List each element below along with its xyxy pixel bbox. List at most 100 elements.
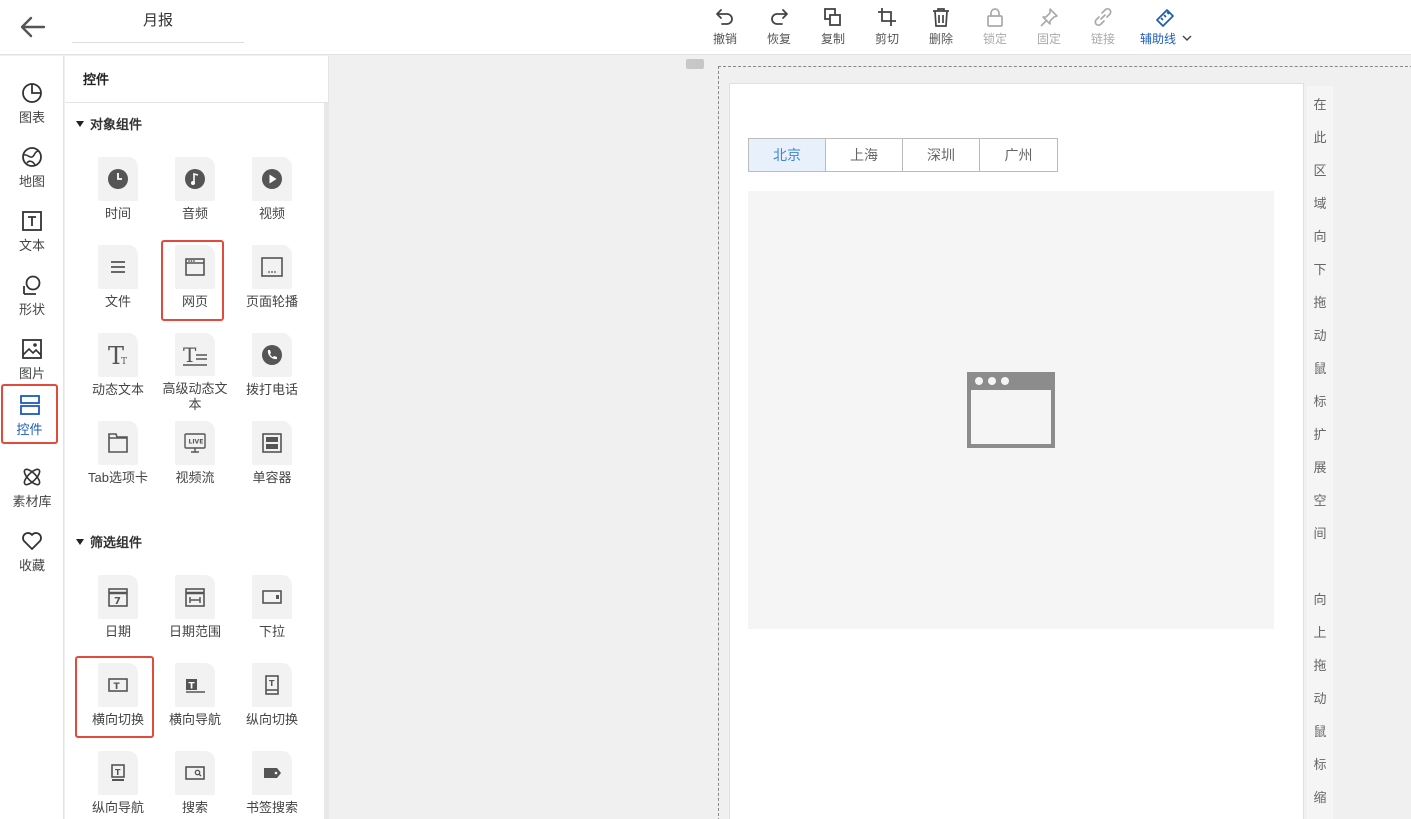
nav-widget[interactable]: 控件 <box>1 384 58 444</box>
widget-page-carousel[interactable]: 页面轮播 <box>237 245 307 325</box>
copy-button[interactable]: 复制 <box>806 4 860 52</box>
tab-beijing[interactable]: 北京 <box>749 139 826 171</box>
chevron-down-icon[interactable] <box>1182 35 1192 42</box>
svg-text:T: T <box>189 682 196 692</box>
guide-line-vertical[interactable] <box>718 66 719 819</box>
vertical-switch-icon: T <box>265 675 279 695</box>
copy-icon <box>824 8 841 26</box>
nav-map[interactable]: 地图 <box>0 132 64 190</box>
text-icon <box>22 211 42 231</box>
panel-title: 控件 <box>65 56 328 103</box>
horizontal-switch-widget[interactable]: 北京 上海 深圳 广州 <box>748 138 1058 172</box>
atom-icon <box>23 468 41 486</box>
tab-guangzhou[interactable]: 广州 <box>980 139 1057 171</box>
expand-space-strip[interactable]: 在 此 区 域 向 下 拖 动 鼠 标 扩 展 空 间 向 上 拖 动 鼠 标 … <box>1307 86 1333 819</box>
widget-panel: 控件 对象组件 时间 音频 视频 文件 网页 页面轮播 TT 动态文本 T 高级… <box>65 56 329 819</box>
tab-shenzhen[interactable]: 深圳 <box>903 139 980 171</box>
widget-single-container[interactable]: 单容器 <box>237 421 307 501</box>
widget-file[interactable]: 文件 <box>83 245 153 325</box>
horizontal-nav-icon: T <box>186 679 205 693</box>
undo-button[interactable]: 撤销 <box>698 4 752 52</box>
design-canvas[interactable]: 北京 上海 深圳 广州 在 此 区 域 向 下 拖 动 鼠 标 扩 展 空 间 <box>330 56 1411 819</box>
panel-scrollbar[interactable] <box>324 103 329 819</box>
redo-button[interactable]: 恢复 <box>752 4 806 52</box>
container-icon <box>262 433 282 453</box>
nav-shape[interactable]: 形状 <box>0 260 64 318</box>
back-button[interactable] <box>14 10 50 44</box>
carousel-icon <box>261 257 283 277</box>
lock-button[interactable]: 锁定 <box>968 4 1022 52</box>
browser-window-icon <box>185 258 205 276</box>
widget-phone-call[interactable]: 拨打电话 <box>237 333 307 413</box>
vertical-nav-icon: T <box>111 764 125 781</box>
pie-chart-icon <box>22 83 42 103</box>
widget-webpage[interactable]: 网页 <box>160 245 230 325</box>
guide-tag-icon[interactable] <box>686 59 704 69</box>
tab-shanghai[interactable]: 上海 <box>826 139 903 171</box>
widget-date-range[interactable]: 日期范围 <box>160 575 230 655</box>
widget-vertical-switch[interactable]: T 纵向切换 <box>237 663 307 743</box>
crop-icon <box>878 8 896 26</box>
webpage-widget[interactable] <box>748 191 1274 629</box>
nav-image[interactable]: 图片 <box>0 324 64 382</box>
ruler-icon <box>1156 9 1174 27</box>
guide-line-horizontal[interactable] <box>718 66 1411 67</box>
widget-dynamic-text[interactable]: TT 动态文本 <box>83 333 153 413</box>
report-page[interactable]: 北京 上海 深圳 广州 <box>729 83 1304 819</box>
link-button[interactable]: 链接 <box>1076 4 1130 52</box>
caret-down-icon <box>76 538 84 545</box>
nav-favorites[interactable]: 收藏 <box>0 516 64 574</box>
svg-text:T: T <box>183 343 197 367</box>
widget-tab-card[interactable]: Tab选项卡 <box>83 421 153 501</box>
link-icon <box>1094 7 1112 27</box>
report-title[interactable]: 月报 <box>72 0 244 43</box>
music-icon <box>185 169 205 189</box>
widget-advanced-dynamic-text[interactable]: T 高级动态文本 <box>160 333 230 413</box>
delete-button[interactable]: 删除 <box>914 4 968 52</box>
cut-button[interactable]: 剪切 <box>860 4 914 52</box>
phone-icon <box>262 345 282 365</box>
date-range-icon <box>185 588 205 607</box>
left-nav: 图表 地图 文本 形状 图片 控件 素材库 收藏 <box>0 56 64 819</box>
widget-vertical-nav[interactable]: T 纵向导航 <box>83 751 153 819</box>
browser-window-icon <box>967 372 1055 448</box>
widget-dropdown[interactable]: 下拉 <box>237 575 307 655</box>
widget-video[interactable]: 视频 <box>237 157 307 237</box>
search-box-icon <box>185 766 205 780</box>
widget-horizontal-nav[interactable]: T 横向导航 <box>160 663 230 743</box>
live-stream-icon: LIVE <box>184 433 206 453</box>
widget-horizontal-switch[interactable]: T 横向切换 <box>83 663 153 743</box>
globe-icon <box>22 147 42 167</box>
nav-chart[interactable]: 图表 <box>0 68 64 126</box>
svg-text:T: T <box>269 679 275 688</box>
top-bar: 月报 撤销 恢复 复制 剪切 删除 锁定 固定 链接 辅助线 <box>0 0 1411 55</box>
nav-material[interactable]: 素材库 <box>0 452 64 510</box>
svg-text:T: T <box>115 768 121 777</box>
nav-text[interactable]: 文本 <box>0 196 64 254</box>
lock-icon <box>987 8 1003 27</box>
widget-date[interactable]: 7 日期 <box>83 575 153 655</box>
pin-icon <box>1040 8 1058 27</box>
caret-down-icon <box>76 120 84 127</box>
widget-bookmark-search[interactable]: 书签搜索 <box>237 751 307 819</box>
guide-line-button[interactable]: 辅助线 <box>1130 4 1202 52</box>
widget-search[interactable]: 搜索 <box>160 751 230 819</box>
calendar-icon: 7 <box>108 588 128 607</box>
dropdown-icon <box>262 590 282 604</box>
redo-icon <box>771 9 788 25</box>
widget-icon <box>19 395 40 415</box>
widget-audio[interactable]: 音频 <box>160 157 230 237</box>
svg-text:T: T <box>121 357 127 367</box>
play-icon <box>262 169 282 189</box>
widget-time[interactable]: 时间 <box>83 157 153 237</box>
svg-text:LIVE: LIVE <box>189 439 204 446</box>
section-filter-widgets[interactable]: 筛选组件 <box>76 532 142 551</box>
horizontal-switch-icon: T <box>108 678 128 692</box>
arrow-left-icon <box>20 16 46 38</box>
edit-toolbar: 撤销 恢复 复制 剪切 删除 锁定 固定 链接 辅助线 <box>698 4 1202 52</box>
pin-button[interactable]: 固定 <box>1022 4 1076 52</box>
trash-icon <box>933 8 949 27</box>
widget-video-stream[interactable]: LIVE 视频流 <box>160 421 230 501</box>
section-object-widgets[interactable]: 对象组件 <box>76 114 142 133</box>
file-lines-icon <box>111 261 125 273</box>
